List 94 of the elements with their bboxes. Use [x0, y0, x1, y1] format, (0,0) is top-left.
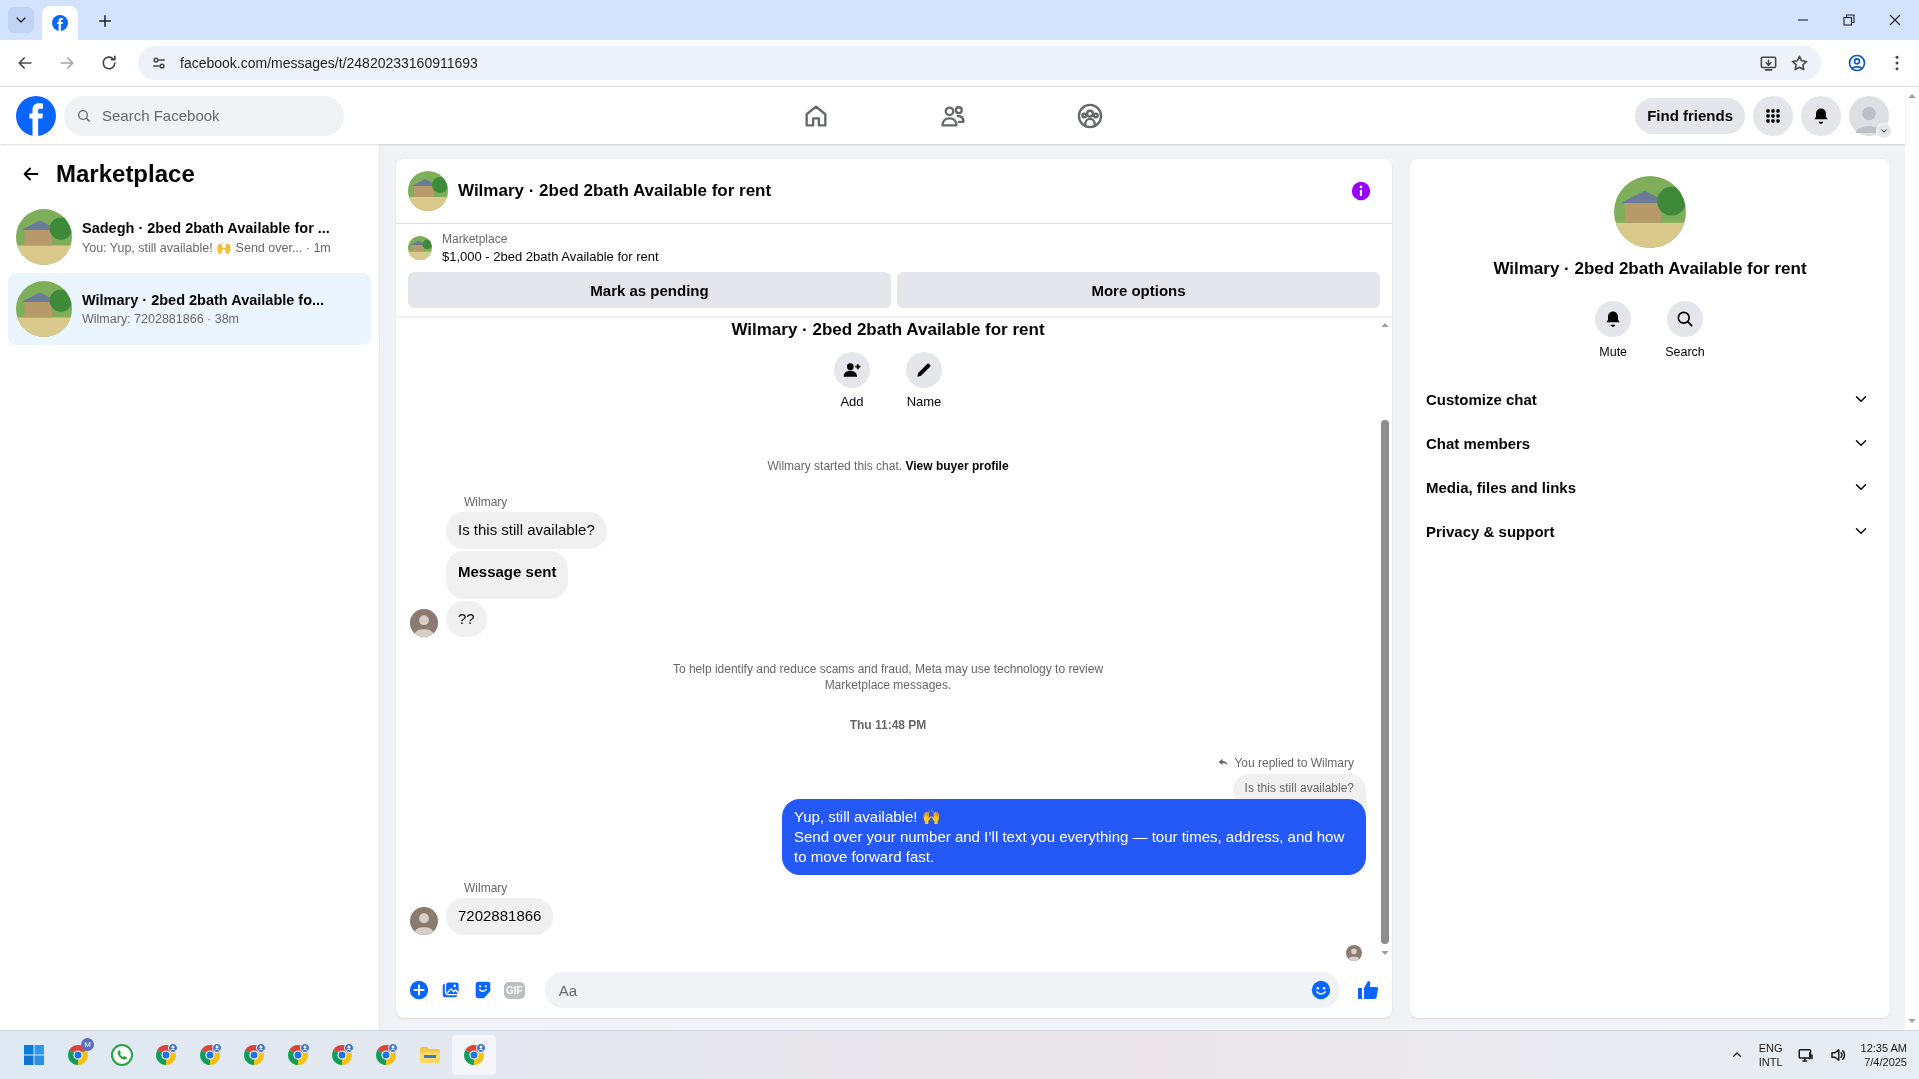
clock-time[interactable]: 12:35 AM — [1860, 1042, 1907, 1054]
site-settings-icon[interactable] — [150, 54, 168, 72]
reply-label: You replied to Wilmary — [1234, 755, 1354, 770]
browser-app-icon[interactable] — [198, 1043, 222, 1067]
menu-button[interactable] — [1753, 95, 1793, 136]
reload-icon[interactable] — [99, 53, 119, 73]
conversation-title: Sadegh · 2bed 2bath Available for ... — [82, 219, 331, 236]
pencil-button[interactable] — [906, 352, 942, 388]
notifications-button[interactable] — [1801, 95, 1841, 136]
button-label: Add — [840, 394, 864, 409]
keyboard-layout[interactable]: INTL — [1758, 1056, 1783, 1068]
address-bar[interactable]: facebook.com/messages/t/24820233160911693 — [138, 46, 1821, 80]
message-bubble: Yup, still available! 🙌 Send over your number and I’ll text you everything — tour times, address, and how to move forward fast. — [782, 798, 1366, 876]
listing-photo — [408, 236, 432, 260]
install-app-icon[interactable] — [1759, 53, 1778, 73]
browser-app-icon[interactable] — [154, 1043, 178, 1067]
seen-avatar — [1346, 945, 1362, 962]
listing-price-title: $1,000 - 2bed 2bath Available for rent — [442, 249, 659, 264]
section-row[interactable]: Media, files and links — [1418, 465, 1882, 509]
bookmark-star-icon[interactable] — [1790, 53, 1809, 73]
browser-app-icon[interactable] — [242, 1043, 266, 1067]
action-label: Mute — [1599, 345, 1628, 359]
action-button[interactable]: Mark as pending — [408, 272, 891, 308]
sidebar-title: Marketplace — [56, 160, 195, 188]
section-label: Customize chat — [1426, 390, 1537, 408]
listing-photo — [16, 281, 72, 337]
conversation-heading: Wilmary · 2bed 2bath Available for rent — [730, 320, 1046, 340]
sender-avatar — [410, 907, 438, 936]
chat-title: Wilmary · 2bed 2bath Available for rent — [458, 181, 773, 201]
conversation-item[interactable]: Sadegh · 2bed 2bath Available for ... You: Yup, still available! 🙌 Send over... · 1m — [8, 201, 371, 273]
plus-icon[interactable] — [408, 979, 430, 1002]
browser-app-icon[interactable] — [286, 1043, 310, 1067]
url-text: facebook.com/messages/t/24820233160911693 — [180, 55, 479, 71]
listing-label: Marketplace — [442, 232, 509, 246]
find-friends-button[interactable]: Find friends — [1635, 97, 1745, 134]
action-button[interactable]: More options — [897, 272, 1380, 308]
message-field[interactable]: Aa — [556, 980, 1310, 1000]
listing-photo — [16, 209, 72, 265]
safety-notice: To help identify and reduce scams and fraud, Meta may use technology to review Marketplace messages. — [671, 661, 1105, 694]
chat-app-icon[interactable] — [110, 1043, 134, 1067]
action-label: Search — [1665, 345, 1705, 359]
notification-badge: M — [81, 1038, 94, 1051]
message-bubble: Message sent — [446, 550, 569, 599]
search-button[interactable] — [1667, 301, 1703, 337]
section-label: Media, files and links — [1426, 478, 1577, 496]
message-box[interactable]: Aa — [544, 972, 1340, 1009]
browser-tab[interactable] — [42, 6, 78, 40]
sender-name: Wilmary — [464, 495, 509, 509]
add-person-icon — [842, 360, 862, 380]
section-label: Chat members — [1426, 434, 1531, 452]
info-icon[interactable] — [1350, 180, 1372, 202]
groups-icon[interactable] — [1075, 101, 1104, 130]
search-field[interactable]: Search Facebook — [100, 106, 332, 125]
browser-app-icon[interactable] — [66, 1043, 90, 1067]
browser-app-icon[interactable] — [374, 1043, 398, 1067]
info-title: Wilmary · 2bed 2bath Available for rent — [1493, 259, 1807, 279]
search-icon — [1675, 309, 1695, 329]
section-row[interactable]: Chat members — [1418, 421, 1882, 465]
conversation-item[interactable]: Wilmary · 2bed 2bath Available fo... Wilmary: 7202881866 · 38m — [8, 273, 371, 345]
search-icon — [76, 107, 92, 124]
clock-date[interactable]: 7/4/2025 — [1864, 1056, 1907, 1068]
button-label: Name — [906, 394, 942, 409]
conversation-title: Wilmary · 2bed 2bath Available fo... — [82, 292, 325, 308]
emoji-icon[interactable] — [1310, 979, 1332, 1002]
speaker-icon[interactable] — [1828, 1046, 1847, 1064]
listing-photo — [408, 171, 448, 211]
chat-started-note: Wilmary started this chat. View buyer profile — [766, 459, 1010, 473]
message-bubble: 7202881866 — [446, 898, 554, 936]
network-icon[interactable] — [1796, 1046, 1815, 1064]
buyer-profile-link[interactable]: View buyer profile — [905, 459, 1009, 473]
language-indicator[interactable]: ENG — [1758, 1042, 1783, 1054]
browser-app-icon[interactable] — [330, 1043, 354, 1067]
mute-button[interactable] — [1595, 301, 1632, 337]
sender-name: Wilmary — [464, 881, 509, 896]
tab-list-button[interactable] — [8, 7, 34, 33]
section-row[interactable]: Privacy & support — [1418, 509, 1882, 553]
search-bar[interactable]: Search Facebook — [64, 95, 344, 136]
message-bubble: Is this still available? — [446, 512, 607, 549]
conversation-preview: You: Yup, still available! 🙌 Send over... · 1m — [82, 239, 331, 255]
browser-app-icon[interactable] — [462, 1043, 486, 1067]
facebook-logo[interactable] — [16, 95, 56, 136]
facebook-logo-icon — [52, 15, 68, 31]
add-person-button[interactable] — [834, 352, 870, 388]
section-label: Privacy & support — [1426, 522, 1555, 540]
profile-icon[interactable] — [1847, 53, 1867, 73]
message-bubble: ?? — [446, 600, 487, 638]
timestamp: Thu 11:48 PM — [848, 717, 928, 732]
new-tab-icon[interactable] — [96, 12, 114, 30]
scroll-up-icon[interactable] — [1907, 91, 1917, 101]
scroll-up-icon — [1380, 320, 1390, 330]
section-row[interactable]: Customize chat — [1418, 377, 1882, 421]
sender-avatar — [410, 609, 438, 638]
conversation-preview: Wilmary: 7202881866 · 38m — [82, 312, 241, 326]
windows-start-icon[interactable] — [22, 1043, 46, 1067]
